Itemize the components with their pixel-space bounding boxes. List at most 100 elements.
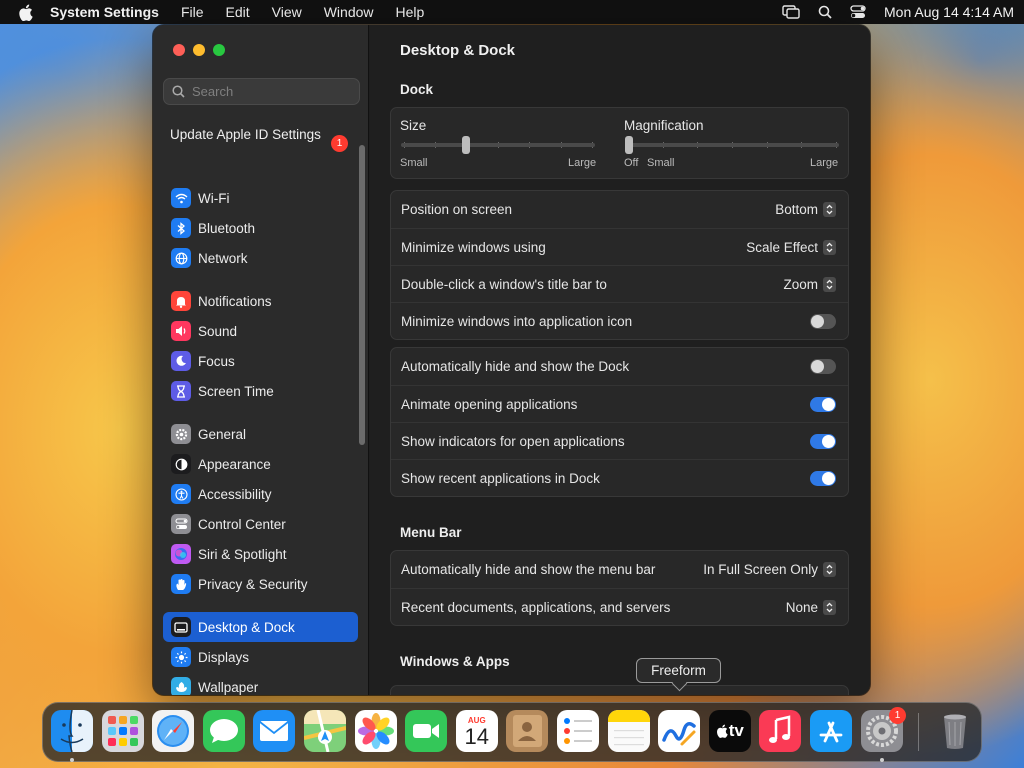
apple-menu-icon[interactable] — [18, 4, 34, 21]
size-slider-track[interactable] — [401, 143, 595, 147]
windows-apps-card — [390, 685, 849, 695]
finder-icon[interactable] — [51, 710, 93, 752]
control-center-icon[interactable] — [850, 5, 866, 19]
sidebar-item-control-center[interactable]: Control Center — [163, 509, 358, 539]
magnification-max-label: Large — [810, 157, 839, 169]
launchpad-icon[interactable] — [101, 710, 144, 752]
sidebar-item-displays[interactable]: Displays — [163, 642, 358, 672]
toggle-switch-automatically-hide-and-show-the-dock[interactable] — [810, 359, 836, 374]
sidebar-item-label: Control Center — [198, 516, 286, 532]
close-button[interactable] — [173, 44, 185, 56]
photos-icon[interactable] — [354, 710, 397, 752]
sidebar-group-notifications: Notifications Sound Focus Screen Time — [163, 286, 358, 406]
search-field[interactable] — [163, 78, 360, 105]
minimize-into-icon-toggle[interactable] — [810, 313, 836, 329]
menu-bar-card: Automatically hide and show the menu bar… — [390, 550, 849, 626]
hourglass-icon — [171, 381, 191, 401]
sidebar-item-notifications[interactable]: Notifications — [163, 286, 358, 316]
minimize-effect-popup[interactable]: Scale Effect — [746, 239, 836, 255]
sidebar-item-bluetooth[interactable]: Bluetooth — [163, 213, 358, 243]
sidebar-item-sound[interactable]: Sound — [163, 316, 358, 346]
siri-icon — [171, 544, 191, 564]
calendar-day: 14 — [464, 723, 490, 749]
apple-id-badge: 1 — [331, 135, 348, 152]
spotlight-search-icon[interactable] — [818, 5, 832, 19]
sidebar-item-accessibility[interactable]: Accessibility — [163, 479, 358, 509]
maps-icon[interactable] — [304, 710, 346, 752]
reminders-icon[interactable] — [557, 710, 599, 752]
toggle-row-show-indicators-for-open-applications: Show indicators for open applications — [391, 422, 848, 459]
sidebar-item-apple-id[interactable]: Update Apple ID Settings 1 — [163, 121, 358, 175]
messages-icon[interactable] — [202, 710, 245, 752]
menu-window[interactable]: Window — [324, 4, 374, 20]
magnification-label: Magnification — [624, 118, 704, 133]
freeform-icon[interactable] — [658, 710, 701, 752]
menu-edit[interactable]: Edit — [226, 4, 250, 20]
tv-icon[interactable]: tv — [708, 710, 751, 752]
sidebar-item-siri-and-spotlight[interactable]: Siri & Spotlight — [163, 539, 358, 569]
sidebar-group-general: General Appearance Accessibility Control Ce… — [163, 419, 358, 599]
toggle-switch-animate-opening-applications[interactable] — [810, 396, 836, 412]
sidebar-item-wi-fi[interactable]: Wi-Fi — [163, 183, 358, 213]
minimize-button[interactable] — [193, 44, 205, 56]
bell-icon — [171, 291, 191, 311]
size-slider-knob[interactable] — [462, 136, 471, 154]
sidebar-item-network[interactable]: Network — [163, 243, 358, 273]
sidebar-item-label: General — [198, 426, 247, 442]
music-icon[interactable] — [759, 710, 802, 752]
menu-app-name[interactable]: System Settings — [50, 4, 159, 20]
sidebar-item-appearance[interactable]: Appearance — [163, 449, 358, 479]
trash-icon[interactable] — [934, 710, 976, 752]
menu-file[interactable]: File — [181, 4, 204, 20]
dock-toggles-card: Automatically hide and show the Dock Anim… — [390, 347, 849, 497]
minimize-effect-row: Minimize windows using Scale Effect — [391, 228, 848, 265]
menu-bar-autohide-popup[interactable]: In Full Screen Only — [703, 562, 836, 577]
screen-mirroring-icon[interactable] — [782, 5, 800, 19]
sidebar: Update Apple ID Settings 1 Wi-Fi Bluetoot… — [153, 25, 369, 695]
sidebar-item-focus[interactable]: Focus — [163, 346, 358, 376]
position-popup[interactable]: Bottom — [775, 202, 836, 217]
toggle-row-automatically-hide-and-show-the-dock: Automatically hide and show the Dock — [391, 348, 848, 385]
running-indicator — [70, 758, 74, 762]
toggle-label: Automatically hide and show the Dock — [401, 359, 630, 374]
magnification-slider-track[interactable] — [625, 143, 839, 147]
notes-icon[interactable] — [607, 710, 650, 752]
size-max-label: Large — [568, 157, 597, 169]
sidebar-item-label: Siri & Spotlight — [198, 546, 287, 562]
mail-icon[interactable] — [253, 710, 296, 752]
dock-tooltip: Freeform — [636, 658, 721, 683]
sun-icon — [171, 647, 191, 667]
sidebar-item-desktop-and-dock[interactable]: Desktop & Dock — [163, 612, 358, 642]
recent-items-popup[interactable]: None — [786, 599, 836, 615]
magnification-slider-knob[interactable] — [625, 136, 633, 154]
zoom-button[interactable] — [213, 44, 225, 56]
sidebar-scrollbar[interactable] — [359, 145, 365, 445]
menu-help[interactable]: Help — [396, 4, 425, 20]
double-click-row: Double-click a window's title bar to Zoo… — [391, 265, 848, 302]
toggle-label: Show indicators for open applications — [401, 433, 625, 449]
page-title: Desktop & Dock — [400, 42, 516, 59]
windows-apps-section-title: Windows & Apps — [400, 654, 510, 669]
hand-icon — [171, 574, 191, 594]
search-input[interactable] — [192, 84, 352, 99]
contacts-icon[interactable] — [506, 710, 549, 752]
double-click-popup[interactable]: Zoom — [783, 276, 836, 292]
sidebar-item-general[interactable]: General — [163, 419, 358, 449]
safari-icon[interactable] — [152, 710, 195, 752]
moon-icon — [171, 351, 191, 371]
menu-clock[interactable]: Mon Aug 14 4:14 AM — [884, 4, 1014, 20]
settings-content: Desktop & Dock Dock Size Small Large Mag… — [370, 25, 870, 695]
toggle-switch-show-recent-applications-in-dock[interactable] — [810, 470, 836, 486]
calendar-icon[interactable]: AUG 14 — [455, 710, 498, 752]
toggle-switch-show-indicators-for-open-applications[interactable] — [810, 433, 836, 449]
sidebar-item-wallpaper[interactable]: Wallpaper — [163, 672, 358, 695]
app-store-icon[interactable] — [810, 710, 852, 752]
sidebar-item-privacy-and-security[interactable]: Privacy & Security — [163, 569, 358, 599]
sidebar-group-desktop: Desktop & Dock Displays Wallpaper — [163, 612, 358, 695]
search-icon — [172, 85, 185, 98]
wallpaper-icon — [171, 677, 191, 695]
facetime-icon[interactable] — [405, 710, 448, 752]
chevron-up-down-icon — [823, 202, 836, 217]
menu-view[interactable]: View — [272, 4, 302, 20]
sidebar-item-screen-time[interactable]: Screen Time — [163, 376, 358, 406]
